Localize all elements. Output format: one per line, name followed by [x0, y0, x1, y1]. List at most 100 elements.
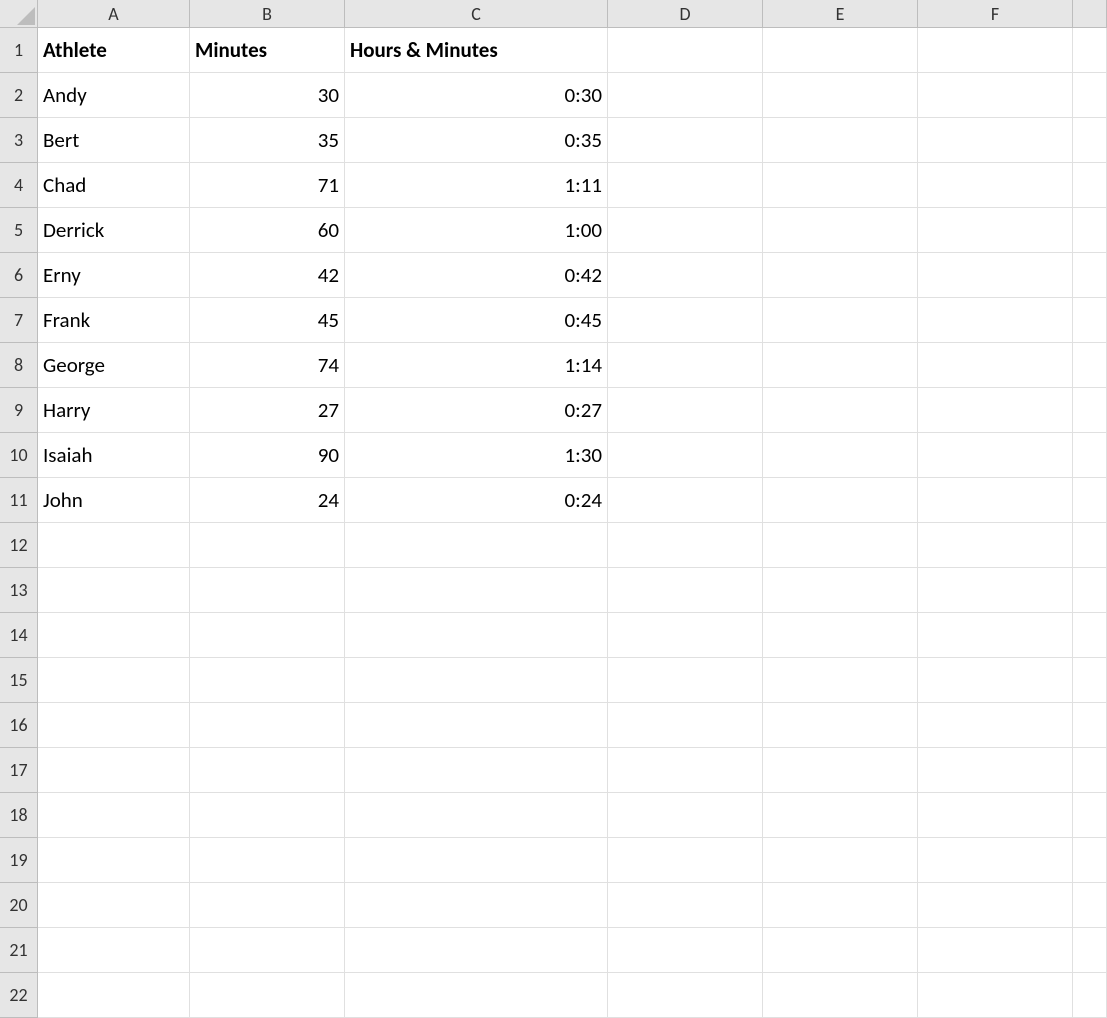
cell-G8[interactable]: [1073, 343, 1107, 388]
cell-G17[interactable]: [1073, 748, 1107, 793]
cell-A12[interactable]: [38, 523, 190, 568]
cell-E8[interactable]: [763, 343, 918, 388]
cell-F21[interactable]: [918, 928, 1073, 973]
cell-B8[interactable]: 74: [190, 343, 345, 388]
cell-G12[interactable]: [1073, 523, 1107, 568]
cell-C10[interactable]: 1:30: [345, 433, 608, 478]
cell-A14[interactable]: [38, 613, 190, 658]
cell-A1[interactable]: Athlete: [38, 28, 190, 73]
cell-E14[interactable]: [763, 613, 918, 658]
row-header-18[interactable]: 18: [0, 793, 38, 838]
cell-D4[interactable]: [608, 163, 763, 208]
cell-B6[interactable]: 42: [190, 253, 345, 298]
cell-G5[interactable]: [1073, 208, 1107, 253]
column-header-B[interactable]: B: [190, 0, 345, 28]
cell-F2[interactable]: [918, 73, 1073, 118]
cell-G2[interactable]: [1073, 73, 1107, 118]
cell-F17[interactable]: [918, 748, 1073, 793]
cell-B11[interactable]: 24: [190, 478, 345, 523]
cell-F4[interactable]: [918, 163, 1073, 208]
cell-C1[interactable]: Hours & Minutes: [345, 28, 608, 73]
column-header-D[interactable]: D: [608, 0, 763, 28]
cell-C6[interactable]: 0:42: [345, 253, 608, 298]
cell-F12[interactable]: [918, 523, 1073, 568]
cell-G6[interactable]: [1073, 253, 1107, 298]
row-header-3[interactable]: 3: [0, 118, 38, 163]
cell-D2[interactable]: [608, 73, 763, 118]
cell-F9[interactable]: [918, 388, 1073, 433]
cell-C20[interactable]: [345, 883, 608, 928]
row-header-8[interactable]: 8: [0, 343, 38, 388]
cell-B18[interactable]: [190, 793, 345, 838]
cell-A16[interactable]: [38, 703, 190, 748]
cell-E19[interactable]: [763, 838, 918, 883]
cell-E6[interactable]: [763, 253, 918, 298]
cell-A11[interactable]: John: [38, 478, 190, 523]
cell-C18[interactable]: [345, 793, 608, 838]
cell-F11[interactable]: [918, 478, 1073, 523]
cell-B19[interactable]: [190, 838, 345, 883]
cell-G19[interactable]: [1073, 838, 1107, 883]
cell-B10[interactable]: 90: [190, 433, 345, 478]
row-header-1[interactable]: 1: [0, 28, 38, 73]
cell-D21[interactable]: [608, 928, 763, 973]
cell-F16[interactable]: [918, 703, 1073, 748]
cell-E17[interactable]: [763, 748, 918, 793]
cell-A3[interactable]: Bert: [38, 118, 190, 163]
row-header-19[interactable]: 19: [0, 838, 38, 883]
cell-F18[interactable]: [918, 793, 1073, 838]
row-header-15[interactable]: 15: [0, 658, 38, 703]
cell-C19[interactable]: [345, 838, 608, 883]
column-header-A[interactable]: A: [38, 0, 190, 28]
row-header-10[interactable]: 10: [0, 433, 38, 478]
row-header-5[interactable]: 5: [0, 208, 38, 253]
cell-F15[interactable]: [918, 658, 1073, 703]
cell-C9[interactable]: 0:27: [345, 388, 608, 433]
cell-B20[interactable]: [190, 883, 345, 928]
cell-F5[interactable]: [918, 208, 1073, 253]
cell-D13[interactable]: [608, 568, 763, 613]
cell-A7[interactable]: Frank: [38, 298, 190, 343]
cell-E4[interactable]: [763, 163, 918, 208]
row-header-2[interactable]: 2: [0, 73, 38, 118]
cell-F1[interactable]: [918, 28, 1073, 73]
cell-G3[interactable]: [1073, 118, 1107, 163]
cell-D1[interactable]: [608, 28, 763, 73]
cell-D17[interactable]: [608, 748, 763, 793]
cell-C12[interactable]: [345, 523, 608, 568]
cell-D8[interactable]: [608, 343, 763, 388]
cell-G13[interactable]: [1073, 568, 1107, 613]
spreadsheet-grid[interactable]: A B C D E F 1 Athlete Minutes Hours & Mi…: [0, 0, 1107, 1018]
cell-A4[interactable]: Chad: [38, 163, 190, 208]
cell-E10[interactable]: [763, 433, 918, 478]
cell-B7[interactable]: 45: [190, 298, 345, 343]
cell-G1[interactable]: [1073, 28, 1107, 73]
cell-D22[interactable]: [608, 973, 763, 1018]
cell-C5[interactable]: 1:00: [345, 208, 608, 253]
cell-D7[interactable]: [608, 298, 763, 343]
cell-B9[interactable]: 27: [190, 388, 345, 433]
cell-D12[interactable]: [608, 523, 763, 568]
cell-C14[interactable]: [345, 613, 608, 658]
cell-B12[interactable]: [190, 523, 345, 568]
cell-G14[interactable]: [1073, 613, 1107, 658]
row-header-12[interactable]: 12: [0, 523, 38, 568]
cell-F7[interactable]: [918, 298, 1073, 343]
cell-E20[interactable]: [763, 883, 918, 928]
cell-C22[interactable]: [345, 973, 608, 1018]
cell-B14[interactable]: [190, 613, 345, 658]
cell-F8[interactable]: [918, 343, 1073, 388]
cell-C7[interactable]: 0:45: [345, 298, 608, 343]
cell-A9[interactable]: Harry: [38, 388, 190, 433]
cell-G16[interactable]: [1073, 703, 1107, 748]
cell-F22[interactable]: [918, 973, 1073, 1018]
select-all-corner[interactable]: [0, 0, 38, 28]
cell-C8[interactable]: 1:14: [345, 343, 608, 388]
cell-D14[interactable]: [608, 613, 763, 658]
cell-D15[interactable]: [608, 658, 763, 703]
cell-E11[interactable]: [763, 478, 918, 523]
cell-F3[interactable]: [918, 118, 1073, 163]
cell-E1[interactable]: [763, 28, 918, 73]
cell-D18[interactable]: [608, 793, 763, 838]
cell-G7[interactable]: [1073, 298, 1107, 343]
